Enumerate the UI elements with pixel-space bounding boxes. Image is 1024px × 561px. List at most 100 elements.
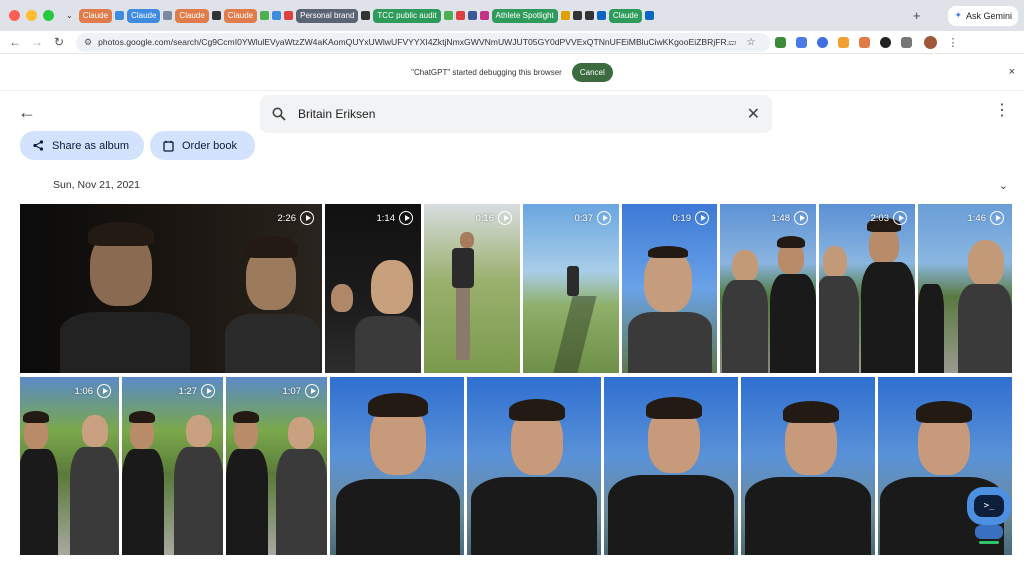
browser-tab-strip: ⌄ Claude Claude Claude Claude Personal b… [0, 0, 1024, 31]
photo-thumbnail[interactable] [604, 377, 738, 555]
share-as-album-button[interactable]: Share as album [20, 131, 144, 160]
tab-favicon[interactable] [272, 11, 282, 20]
play-icon [399, 211, 413, 225]
ask-gemini-label: Ask Gemini [965, 10, 1012, 21]
profile-avatar[interactable] [924, 35, 938, 49]
extension-icon[interactable] [880, 36, 892, 48]
window-controls [9, 10, 54, 21]
video-duration: 0:37 [575, 211, 611, 225]
ask-gemini-button[interactable]: ✦ Ask Gemini [948, 5, 1018, 26]
zoom-window-icon[interactable] [43, 10, 54, 21]
video-duration: 0:16 [476, 211, 512, 225]
new-tab-button[interactable]: + [913, 8, 921, 23]
extension-icon[interactable] [775, 36, 787, 48]
play-icon [893, 211, 907, 225]
photo-thumbnail[interactable] [467, 377, 601, 555]
debugging-message: "ChatGPT" started debugging this browser [411, 68, 562, 77]
tab-claude-4[interactable]: Claude [223, 8, 258, 23]
cancel-debugging-button[interactable]: Cancel [571, 63, 613, 82]
tab-claude-1[interactable]: Claude [78, 8, 113, 23]
collapse-chevron-icon[interactable]: ⌄ [999, 179, 1008, 192]
tab-favicon[interactable] [115, 11, 125, 20]
video-thumbnail[interactable]: 1:48 [720, 204, 816, 373]
tab-favicon[interactable] [596, 11, 606, 20]
site-info-icon[interactable]: ⚙ [84, 37, 92, 48]
video-duration: 2:26 [278, 211, 314, 225]
video-thumbnail[interactable]: 1:27 [122, 377, 223, 555]
more-options-icon[interactable]: ⋮ [994, 103, 1010, 119]
tab-favicon[interactable] [572, 11, 582, 20]
video-thumbnail[interactable]: 0:16 [424, 204, 520, 373]
tab-favicon[interactable] [361, 11, 371, 20]
video-thumbnail[interactable]: 2:26 [20, 204, 322, 373]
back-nav-icon[interactable]: ← [4, 35, 26, 49]
url-bar[interactable]: ⚙ photos.google.com/search/Cg9CcmI0YWlul… [76, 32, 770, 52]
cast-icon[interactable]: ▭ [728, 37, 737, 48]
video-thumbnail[interactable]: 1:06 [20, 377, 119, 555]
back-arrow-icon[interactable]: ← [18, 103, 36, 121]
extension-icon[interactable] [859, 36, 871, 48]
play-icon [794, 211, 808, 225]
video-duration: 1:46 [968, 211, 1004, 225]
tab-favicon[interactable] [560, 11, 570, 20]
photo-thumbnail[interactable] [330, 377, 464, 555]
tab-athlete-spotlight[interactable]: Athlete Spotlight [491, 8, 558, 23]
url-text: photos.google.com/search/Cg9CcmI0YWlulEV… [98, 37, 734, 47]
tab-claude-2[interactable]: Claude [127, 8, 161, 23]
tab-claude-3[interactable]: Claude [175, 8, 209, 23]
tab-favicon[interactable] [467, 11, 477, 20]
video-thumbnail[interactable]: 0:37 [523, 204, 619, 373]
photo-book-icon [163, 140, 174, 152]
tab-favicon[interactable] [163, 11, 173, 20]
close-infobar-icon[interactable]: × [1009, 66, 1015, 78]
share-label: Share as album [52, 139, 130, 152]
tab-favicon[interactable] [260, 11, 270, 20]
play-icon [201, 384, 215, 398]
extensions-area [775, 36, 913, 48]
gemini-sparkle-icon: ✦ [954, 10, 962, 20]
tab-favicon[interactable] [455, 11, 465, 20]
tab-favicon[interactable] [284, 11, 294, 20]
video-duration: 1:48 [772, 211, 808, 225]
extension-icon[interactable] [796, 36, 808, 48]
browser-menu-icon[interactable]: ⋮ [947, 36, 958, 49]
video-thumbnail[interactable]: 1:14 [325, 204, 421, 373]
extension-icon[interactable] [817, 36, 829, 48]
video-duration: 1:27 [179, 384, 215, 398]
order-book-button[interactable]: Order book [150, 131, 255, 160]
video-thumbnail[interactable]: 0:19 [622, 204, 717, 373]
photo-thumbnail[interactable] [741, 377, 875, 555]
tab-personal-brand[interactable]: Personal brand [296, 8, 359, 23]
minimize-window-icon[interactable] [26, 10, 37, 21]
address-bar-row: ← → ↻ ⚙ photos.google.com/search/Cg9CcmI… [0, 31, 1024, 54]
debugging-notification-bar: "ChatGPT" started debugging this browser… [0, 55, 1024, 91]
video-thumbnail[interactable]: 1:46 [918, 204, 1012, 373]
clear-search-icon[interactable]: ✕ [747, 104, 760, 124]
extension-icon[interactable] [838, 36, 850, 48]
close-window-icon[interactable] [9, 10, 20, 21]
search-query[interactable]: Britain Eriksen [298, 107, 747, 121]
tab-favicon[interactable] [645, 11, 655, 20]
tab-tcc-public-audit[interactable]: TCC public audit [373, 8, 441, 23]
play-icon [498, 211, 512, 225]
tab-favicon[interactable] [584, 11, 594, 20]
puzzle-extensions-icon[interactable] [901, 36, 913, 48]
video-thumbnail[interactable]: 2:03 [819, 204, 915, 373]
search-bar[interactable]: Britain Eriksen ✕ [260, 95, 772, 133]
robot-screen: >_ [974, 495, 1004, 517]
tab-list: Claude Claude Claude Claude Personal bra… [78, 8, 905, 23]
tab-favicon[interactable] [479, 11, 489, 20]
bookmark-star-icon[interactable]: ☆ [747, 37, 756, 48]
video-duration: 1:06 [75, 384, 111, 398]
tab-favicon[interactable] [443, 11, 453, 20]
reload-icon[interactable]: ↻ [48, 35, 70, 49]
order-book-label: Order book [182, 139, 238, 152]
forward-nav-icon[interactable]: → [26, 35, 48, 49]
tab-favicon[interactable] [211, 11, 221, 20]
assistant-robot-widget[interactable]: >_ [963, 485, 1015, 545]
tab-list-chevron-icon[interactable]: ⌄ [66, 11, 73, 20]
video-thumbnail[interactable]: 1:07 [226, 377, 327, 555]
video-duration: 0:19 [673, 211, 709, 225]
tab-claude-5[interactable]: Claude [608, 8, 643, 23]
share-icon [33, 140, 44, 151]
